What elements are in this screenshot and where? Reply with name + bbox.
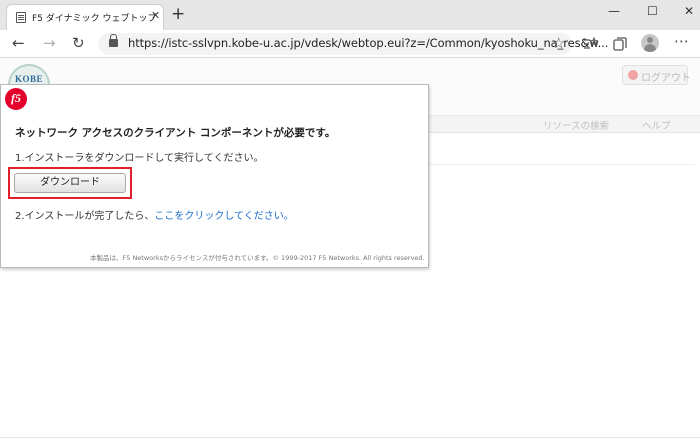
tab-close-icon[interactable]: ✕ <box>151 9 160 23</box>
step1-instruction: 1.インストーラをダウンロードして実行してください。 <box>15 153 264 164</box>
download-highlight-box: ダウンロード <box>8 167 132 199</box>
divider <box>429 164 695 165</box>
collections-icon[interactable] <box>612 36 628 52</box>
step2-instruction: 2.インストールが完了したら、ここをクリックしてください。 <box>15 207 294 222</box>
step2-text: 2.インストールが完了したら、 <box>15 211 155 222</box>
logout-button[interactable]: ログアウト <box>622 65 691 85</box>
page-icon <box>16 12 26 23</box>
dialog-title: ネットワーク アクセスのクライアント コンポーネントが必要です。 <box>15 127 336 139</box>
maximize-button[interactable]: ☐ <box>647 4 658 18</box>
forward-arrow-icon[interactable]: → <box>43 34 56 52</box>
browser-titlebar: F5 ダイナミック ウェブトップ ✕ + — ☐ ✕ <box>0 0 700 30</box>
new-tab-button[interactable]: + <box>171 5 185 23</box>
logout-label: ログアウト <box>641 73 691 84</box>
tab-title: F5 ダイナミック ウェブトップ <box>32 14 157 24</box>
minimize-button[interactable]: — <box>608 4 620 18</box>
profile-avatar-icon[interactable] <box>641 34 659 52</box>
copyright-text: 本製品は、F5 Networksからライセンスが付与されています。© 1999-… <box>90 254 425 262</box>
download-button[interactable]: ダウンロード <box>14 173 126 193</box>
address-bar[interactable]: https://istc-sslvpn.kobe-u.ac.jp/vdesk/w… <box>98 33 608 55</box>
back-arrow-icon[interactable]: ← <box>12 34 25 52</box>
resource-search-link[interactable]: リソースの検索 <box>543 118 609 132</box>
lock-icon[interactable] <box>109 34 118 47</box>
close-window-button[interactable]: ✕ <box>684 4 694 18</box>
power-icon <box>628 70 638 80</box>
url-text[interactable]: https://istc-sslvpn.kobe-u.ac.jp/vdesk/w… <box>128 36 608 50</box>
favorites-list-icon[interactable] <box>582 36 598 52</box>
browser-toolbar: ← → ↻ https://istc-sslvpn.kobe-u.ac.jp/v… <box>0 30 700 58</box>
client-component-dialog: f5 ネットワーク アクセスのクライアント コンポーネントが必要です。 1.イン… <box>0 84 429 268</box>
favorite-star-icon[interactable]: ☆ <box>552 34 565 52</box>
browser-tab[interactable]: F5 ダイナミック ウェブトップ ✕ <box>6 4 164 30</box>
click-here-link[interactable]: ここをクリックしてください。 <box>154 211 293 222</box>
logo-text: KOBE <box>14 74 43 84</box>
f5-logo-text: f5 <box>11 91 21 105</box>
f5-logo: f5 <box>5 88 27 110</box>
more-menu-icon[interactable]: ⋯ <box>674 32 690 50</box>
help-link[interactable]: ヘルプ <box>642 118 671 132</box>
refresh-icon[interactable]: ↻ <box>72 34 85 52</box>
